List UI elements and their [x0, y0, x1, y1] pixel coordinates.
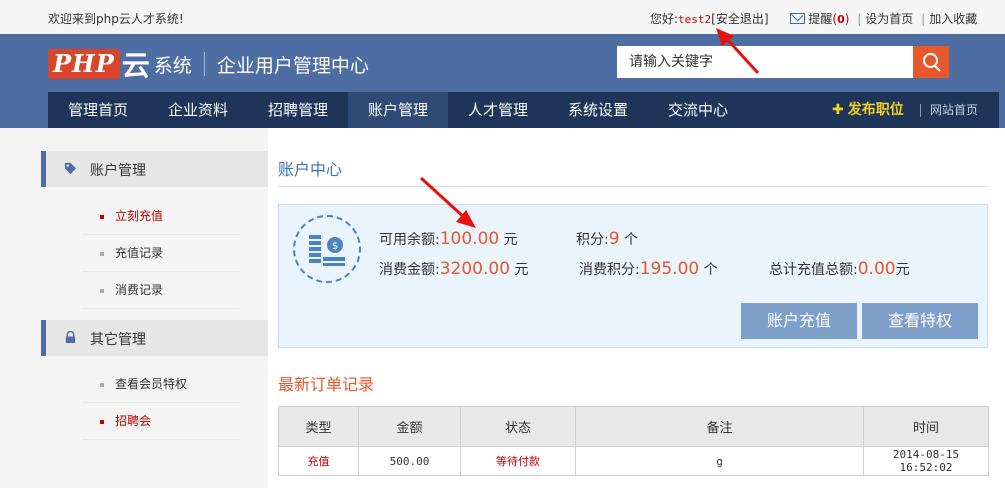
- orders-title: 最新订单记录: [278, 375, 375, 394]
- nav-item-home[interactable]: 管理首页: [48, 92, 148, 128]
- sidebar-list-other: 查看会员特权 招聘会: [82, 366, 239, 440]
- order-type: 充值: [278, 446, 359, 476]
- coins-icon: $: [293, 215, 361, 283]
- logo[interactable]: PHP 云 系统 企业用户管理中心: [48, 47, 369, 82]
- order-note: g: [575, 446, 864, 476]
- spent-points-label: 消费积分:: [579, 262, 640, 278]
- order-status[interactable]: 等待付款: [460, 446, 576, 476]
- search-box: [617, 46, 949, 78]
- top-user-links: 您好:test2[安全退出] 提醒(0) | 设为首页 | 加入收藏: [650, 10, 977, 27]
- main-nav: 管理首页 企业资料 招聘管理 账户管理 人才管理 系统设置 交流中心 ✚ 发布职位…: [48, 92, 999, 128]
- logo-system: 系统: [153, 54, 192, 77]
- favorite-link[interactable]: 加入收藏: [929, 12, 977, 26]
- sidebar-section-other[interactable]: 其它管理: [41, 320, 268, 356]
- nav-item-account[interactable]: 账户管理: [348, 92, 448, 128]
- balance-label: 可用余额:: [379, 232, 440, 248]
- nav-item-talent[interactable]: 人才管理: [448, 92, 548, 128]
- points-value: 9: [608, 229, 620, 249]
- divider: |: [857, 12, 862, 26]
- sidebar-item-member-privilege[interactable]: 查看会员特权: [82, 366, 239, 403]
- sidebar-item-recharge-records[interactable]: 充值记录: [82, 235, 239, 272]
- username-link[interactable]: test2: [678, 13, 711, 26]
- points-label: 积分:: [576, 232, 609, 248]
- spent-row: 消费金额:3200.00 元: [379, 259, 528, 279]
- balance-row: 可用余额:100.00 元: [379, 229, 518, 249]
- search-button[interactable]: [913, 46, 949, 78]
- nav-item-community[interactable]: 交流中心: [648, 92, 748, 128]
- balance-value: 100.00: [439, 229, 500, 249]
- logo-yun: 云: [121, 49, 150, 82]
- logout-link[interactable]: [安全退出]: [711, 12, 768, 26]
- table-row: 充值 500.00 等待付款 g 2014-08-15 16:52:02: [278, 446, 989, 476]
- lock-icon: [65, 331, 76, 344]
- welcome-text: 欢迎来到php云人才系统!: [48, 12, 184, 26]
- svg-text:$: $: [332, 241, 338, 252]
- title-divider: [278, 186, 988, 187]
- order-time: 2014-08-15 16:52:02: [863, 446, 989, 476]
- mail-icon: [790, 13, 806, 24]
- divider: |: [921, 12, 926, 26]
- tag-icon: [64, 162, 77, 175]
- sidebar-section-title: 其它管理: [90, 332, 146, 348]
- account-summary-panel: $ 可用余额:100.00 元 积分:9 个 消费金额:3200.00 元 消费…: [278, 204, 988, 348]
- nav-item-company-info[interactable]: 企业资料: [148, 92, 248, 128]
- spent-value: 3200.00: [439, 259, 511, 279]
- account-center-title: 账户中心: [278, 160, 343, 179]
- spent-unit: 元: [514, 262, 529, 278]
- column-header-amount: 金额: [358, 406, 461, 447]
- total-recharge-value: 0.00: [857, 259, 896, 279]
- sidebar-list-account: 立刻充值 充值记录 消费记录: [82, 198, 239, 309]
- column-header-time: 时间: [863, 406, 989, 447]
- top-bar: 欢迎来到php云人才系统! 您好:test2[安全退出] 提醒(0) | 设为首页…: [0, 0, 1005, 35]
- orders-table: 类型 金额 状态 备注 时间 充值 500.00 等待付款 g 2014-08-…: [278, 406, 989, 476]
- logo-divider: [203, 52, 205, 76]
- total-recharge-unit: 元: [895, 262, 910, 278]
- column-header-note: 备注: [575, 406, 864, 447]
- points-unit: 个: [624, 232, 638, 248]
- column-header-status: 状态: [460, 406, 576, 447]
- sidebar-item-job-fair[interactable]: 招聘会: [82, 403, 239, 440]
- plus-icon: ✚: [832, 102, 844, 118]
- search-input[interactable]: [617, 46, 913, 78]
- sidebar-section-account[interactable]: 账户管理: [41, 151, 268, 187]
- sidebar-item-spend-records[interactable]: 消费记录: [82, 272, 239, 309]
- recharge-button[interactable]: 账户充值: [741, 303, 857, 339]
- set-home-link[interactable]: 设为首页: [865, 12, 913, 26]
- publish-job-label: 发布职位: [847, 102, 904, 118]
- sidebar-section-title: 账户管理: [90, 163, 146, 179]
- logo-php: PHP: [48, 49, 120, 79]
- order-amount: 500.00: [358, 446, 461, 476]
- points-row: 积分:9 个: [576, 229, 638, 249]
- total-recharge-label: 总计充值总额:: [769, 262, 858, 278]
- nav-item-recruit[interactable]: 招聘管理: [248, 92, 348, 128]
- remind-link[interactable]: 提醒: [808, 12, 832, 26]
- sidebar-item-recharge-now[interactable]: 立刻充值: [82, 198, 239, 235]
- balance-unit: 元: [503, 232, 518, 248]
- site-home-link[interactable]: 网站首页: [930, 92, 978, 128]
- remind-count: 0: [837, 13, 845, 26]
- search-icon-handle: [934, 65, 941, 72]
- remind-count-close: ): [844, 12, 850, 26]
- spent-label: 消费金额:: [379, 262, 440, 278]
- nav-divider: [920, 104, 921, 117]
- nav-item-settings[interactable]: 系统设置: [548, 92, 648, 128]
- greeting-label: 您好:: [650, 12, 679, 26]
- header: PHP 云 系统 企业用户管理中心 管理首页 企业资料 招聘管理 账户管理 人才…: [0, 34, 1005, 128]
- view-privilege-button[interactable]: 查看特权: [862, 303, 978, 339]
- table-header-row: 类型 金额 状态 备注 时间: [278, 406, 989, 447]
- column-header-type: 类型: [278, 406, 359, 447]
- spent-points-row: 消费积分:195.00 个: [579, 259, 718, 279]
- spent-points-unit: 个: [703, 262, 718, 278]
- total-recharge-row: 总计充值总额:0.00元: [769, 259, 910, 279]
- header-title: 企业用户管理中心: [216, 54, 369, 77]
- spent-points-value: 195.00: [639, 259, 700, 279]
- publish-job-button[interactable]: ✚ 发布职位: [832, 92, 904, 128]
